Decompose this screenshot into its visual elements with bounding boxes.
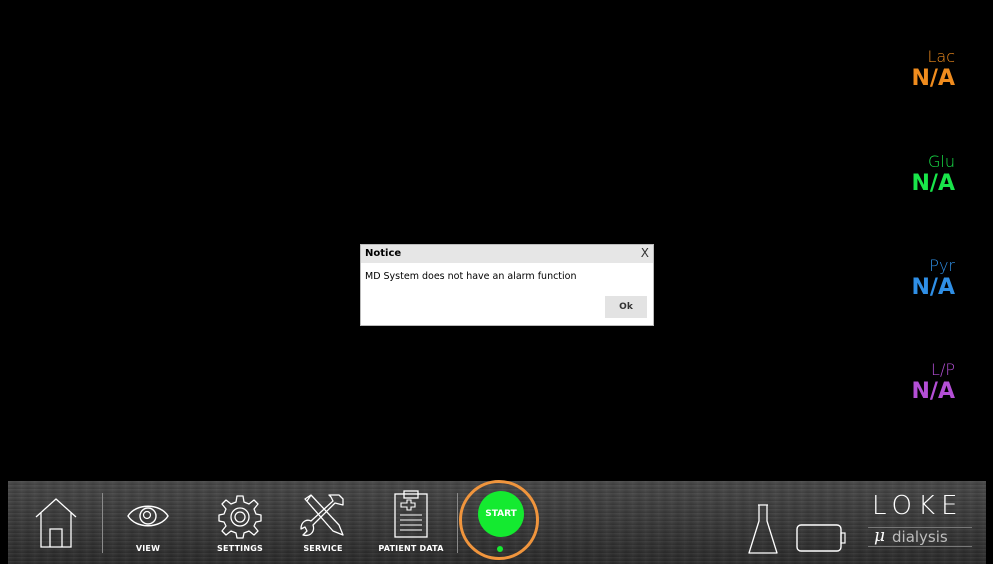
battery-status	[794, 481, 850, 564]
logo-brand: LOKE	[872, 491, 964, 521]
patient-data-button[interactable]: PATIENT DATA	[370, 481, 452, 564]
settings-label: SETTINGS	[217, 544, 263, 553]
metric-pyr-value: N/A	[911, 275, 955, 300]
toolbar-divider	[102, 493, 103, 553]
metric-lac: Lac N/A	[912, 48, 955, 92]
metric-lac-label: Lac	[927, 47, 955, 66]
dialog-close-button[interactable]: X	[641, 246, 649, 260]
start-status-dot	[497, 546, 503, 552]
tools-icon	[300, 494, 344, 537]
eye-icon	[127, 505, 169, 527]
toolbar-divider	[457, 493, 458, 553]
home-button[interactable]	[30, 481, 82, 564]
bottom-toolbar: VIEW SETTINGS SERVICE PATIENT DATA START…	[8, 480, 986, 564]
metric-lp-label: L/P	[931, 360, 955, 379]
view-label: VIEW	[135, 544, 161, 553]
battery-icon	[796, 524, 846, 552]
metric-pyr-label: Pyr	[929, 256, 955, 275]
loke-logo: LOKE μ dialysis	[864, 489, 976, 553]
metric-lac-value: N/A	[911, 66, 955, 91]
metric-glu: Glu N/A	[912, 153, 955, 197]
service-label: SERVICE	[303, 544, 343, 553]
logo-subline: μ dialysis	[868, 526, 972, 547]
start-button[interactable]: START	[478, 491, 524, 537]
notice-dialog: Notice X MD System does not have an alar…	[360, 244, 654, 326]
service-button[interactable]: SERVICE	[292, 481, 354, 564]
dialog-ok-button[interactable]: Ok	[605, 296, 647, 318]
dialog-title: Notice	[365, 248, 402, 259]
metric-pyr: Pyr N/A	[912, 257, 955, 301]
metric-lp: L/P N/A	[912, 361, 955, 405]
gear-icon	[218, 495, 262, 539]
main-display	[8, 4, 986, 481]
dialog-message: MD System does not have an alarm functio…	[365, 271, 577, 282]
home-icon	[35, 498, 77, 548]
metric-glu-value: N/A	[911, 171, 955, 196]
logo-dialysis: dialysis	[892, 528, 948, 546]
dialog-titlebar: Notice X	[361, 245, 653, 263]
metric-glu-label: Glu	[928, 152, 955, 171]
view-button[interactable]: VIEW	[120, 481, 176, 564]
settings-button[interactable]: SETTINGS	[204, 481, 276, 564]
vial-icon	[748, 504, 778, 554]
vial-button[interactable]	[746, 481, 780, 564]
patient-data-label: PATIENT DATA	[378, 544, 444, 553]
logo-mu: μ	[874, 526, 886, 546]
metric-lp-value: N/A	[911, 379, 955, 404]
clipboard-icon	[394, 490, 428, 538]
